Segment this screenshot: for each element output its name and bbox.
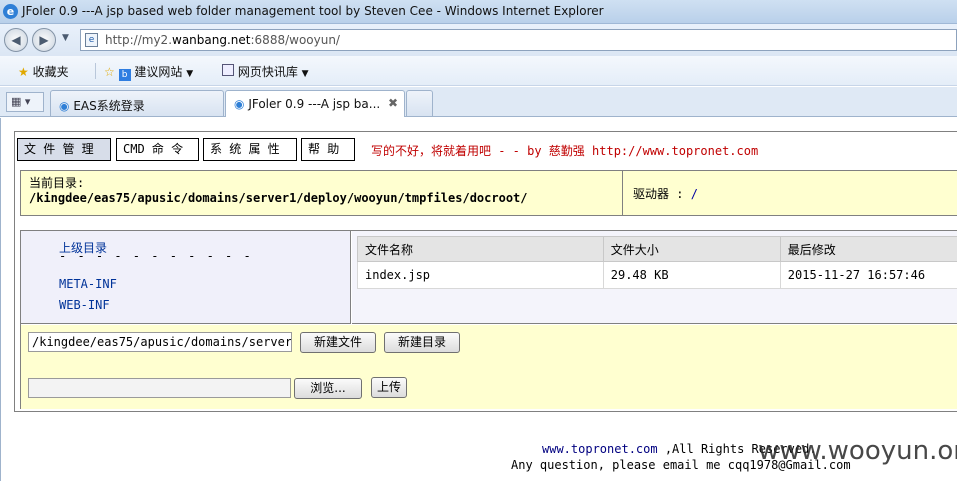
directory-separator: - - - - - - - - - - - [59, 249, 253, 263]
column-header-size: 文件大小 [602, 236, 781, 262]
upload-file-input[interactable] [28, 378, 291, 398]
window-title: JFoler 0.9 ---A jsp based web folder man… [22, 4, 604, 18]
directory-link-web-inf[interactable]: WEB-INF [59, 298, 110, 312]
new-tab-button[interactable] [406, 90, 433, 116]
navigation-bar: ◀ ▶ ▼ e http://my2.wanbang.net:6888/wooy… [0, 24, 957, 56]
file-actions-panel: /kingdee/eas75/apusic/domains/server1 新建… [21, 325, 957, 409]
file-size: 29.48 KB [602, 261, 781, 289]
drive-label: 驱动器 : [633, 187, 684, 201]
new-directory-button[interactable]: 新建目录 [384, 332, 460, 353]
tab-jfoler[interactable]: ◉ JFoler 0.9 ---A jsp ba... ✖ [225, 90, 405, 117]
file-manage-button[interactable]: 文 件 管 理 [17, 138, 111, 161]
page-icon [222, 64, 234, 76]
page-icon: e [85, 33, 98, 47]
current-path-label: 当前目录: [29, 176, 85, 190]
new-item-path-input[interactable]: /kingdee/eas75/apusic/domains/server1 [28, 332, 292, 352]
suggested-sites-link[interactable]: ☆ b 建议网站 ▼ [104, 63, 193, 81]
back-button[interactable]: ◀ [4, 28, 28, 52]
window-title-bar: e JFoler 0.9 ---A jsp based web folder m… [0, 0, 957, 24]
page-content: 文 件 管 理 CMD 命 令 系 统 属 性 帮 助 写的不好，将就着用吧 -… [0, 118, 957, 481]
tab-eas-login[interactable]: ◉ EAS系统登录 [50, 90, 224, 116]
column-header-modified: 最后修改 [779, 236, 957, 262]
ie-page-icon: ◉ [59, 99, 70, 113]
drive-root-link[interactable]: / [691, 187, 698, 201]
address-url[interactable]: http://my2.wanbang.net:6888/wooyun/ [105, 33, 340, 47]
favorites-button[interactable]: ★ 收藏夹 [18, 63, 69, 80]
ie-page-icon: ◉ [234, 97, 245, 111]
footer-site-link[interactable]: www.topronet.com [542, 442, 658, 456]
upload-button[interactable]: 上传 [371, 377, 407, 398]
file-name-link[interactable]: index.jsp [357, 261, 604, 289]
drive-cell: 驱动器 : / [633, 185, 698, 202]
star-icon: ★ [18, 65, 29, 79]
ie-logo-icon: e [3, 4, 18, 19]
history-dropdown-icon[interactable]: ▼ [62, 33, 69, 43]
file-list-pane: 文件名称 文件大小 最后修改 index.jsp 29.48 KB 2015-1… [352, 231, 957, 324]
toolbar-divider [95, 63, 96, 79]
current-path-bar: 当前目录: /kingdee/eas75/apusic/domains/serv… [20, 170, 957, 216]
column-header-name: 文件名称 [357, 236, 604, 262]
browse-button[interactable]: 浏览... [294, 378, 362, 399]
author-slogan: 写的不好，将就着用吧 - - by 慈勤强 http://www.toprone… [371, 144, 759, 158]
chevron-down-icon: ▼ [186, 69, 194, 79]
help-button[interactable]: 帮 助 [301, 138, 355, 161]
file-browser: 上级目录 - - - - - - - - - - - META-INF WEB-… [20, 230, 957, 409]
favorites-bar: ★ 收藏夹 ☆ b 建议网站 ▼ 网页快讯库 ▼ [0, 56, 957, 86]
jfoler-main-frame: 文 件 管 理 CMD 命 令 系 统 属 性 帮 助 写的不好，将就着用吧 -… [14, 131, 957, 412]
file-table-header-row: 文件名称 文件大小 最后修改 [357, 236, 957, 262]
quick-tabs-button[interactable]: ▦ ▾ [6, 92, 44, 112]
file-modified: 2015-11-27 16:57:46 [779, 261, 957, 289]
add-favorite-icon: ☆ [104, 65, 115, 79]
close-tab-icon[interactable]: ✖ [388, 96, 398, 110]
cmd-button[interactable]: CMD 命 令 [116, 138, 199, 161]
directory-link-meta-inf[interactable]: META-INF [59, 277, 117, 291]
chevron-down-icon: ▼ [301, 69, 309, 79]
directory-pane: 上级目录 - - - - - - - - - - - META-INF WEB-… [21, 231, 351, 324]
file-table: 文件名称 文件大小 最后修改 index.jsp 29.48 KB 2015-1… [357, 236, 957, 289]
table-row: index.jsp 29.48 KB 2015-11-27 16:57:46 [357, 261, 957, 289]
current-path-cell: 当前目录: /kingdee/eas75/apusic/domains/serv… [21, 171, 623, 215]
web-slice-gallery-link[interactable]: 网页快讯库 ▼ [222, 63, 309, 80]
address-bar[interactable]: e http://my2.wanbang.net:6888/wooyun/ [80, 29, 957, 51]
watermark: www.wooyun.org [758, 436, 957, 466]
current-path-value: /kingdee/eas75/apusic/domains/server1/de… [29, 191, 528, 205]
forward-button[interactable]: ▶ [32, 28, 56, 52]
system-properties-button[interactable]: 系 统 属 性 [203, 138, 297, 161]
new-file-button[interactable]: 新建文件 [300, 332, 376, 353]
tab-bar: ▦ ▾ ◉ EAS系统登录 ◉ JFoler 0.9 ---A jsp ba..… [0, 87, 957, 117]
bing-icon: b [118, 69, 131, 81]
